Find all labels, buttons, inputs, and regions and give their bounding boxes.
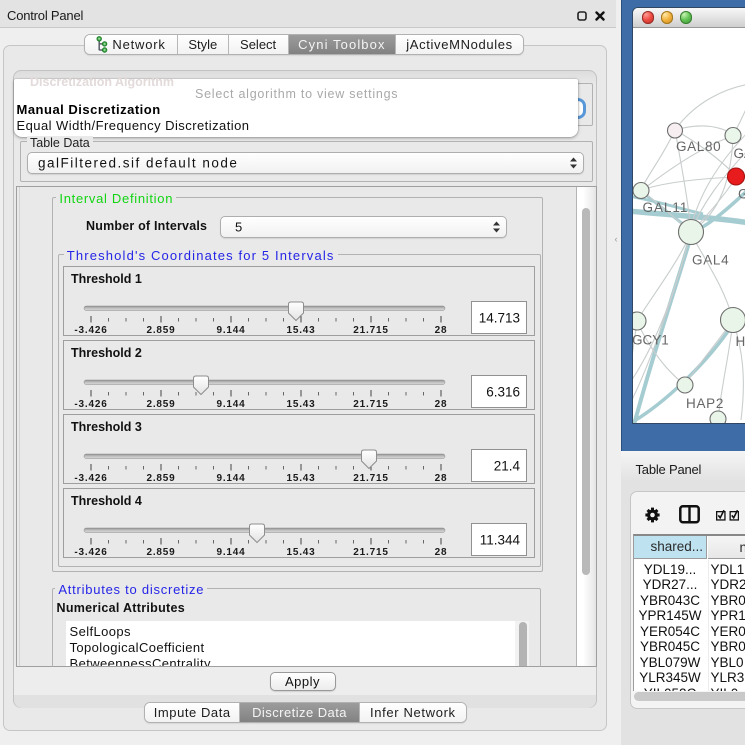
svg-text:GAL80: GAL80 (676, 139, 721, 154)
svg-text:GAL4: GAL4 (692, 252, 729, 267)
svg-text:GAL: GAL (734, 146, 745, 161)
svg-text:HAP2: HAP2 (686, 396, 724, 411)
svg-text:GCY1: GCY1 (633, 332, 669, 347)
svg-text:GAL11: GAL11 (643, 200, 689, 215)
svg-text:H: H (736, 334, 745, 349)
svg-text:G: G (738, 186, 745, 201)
